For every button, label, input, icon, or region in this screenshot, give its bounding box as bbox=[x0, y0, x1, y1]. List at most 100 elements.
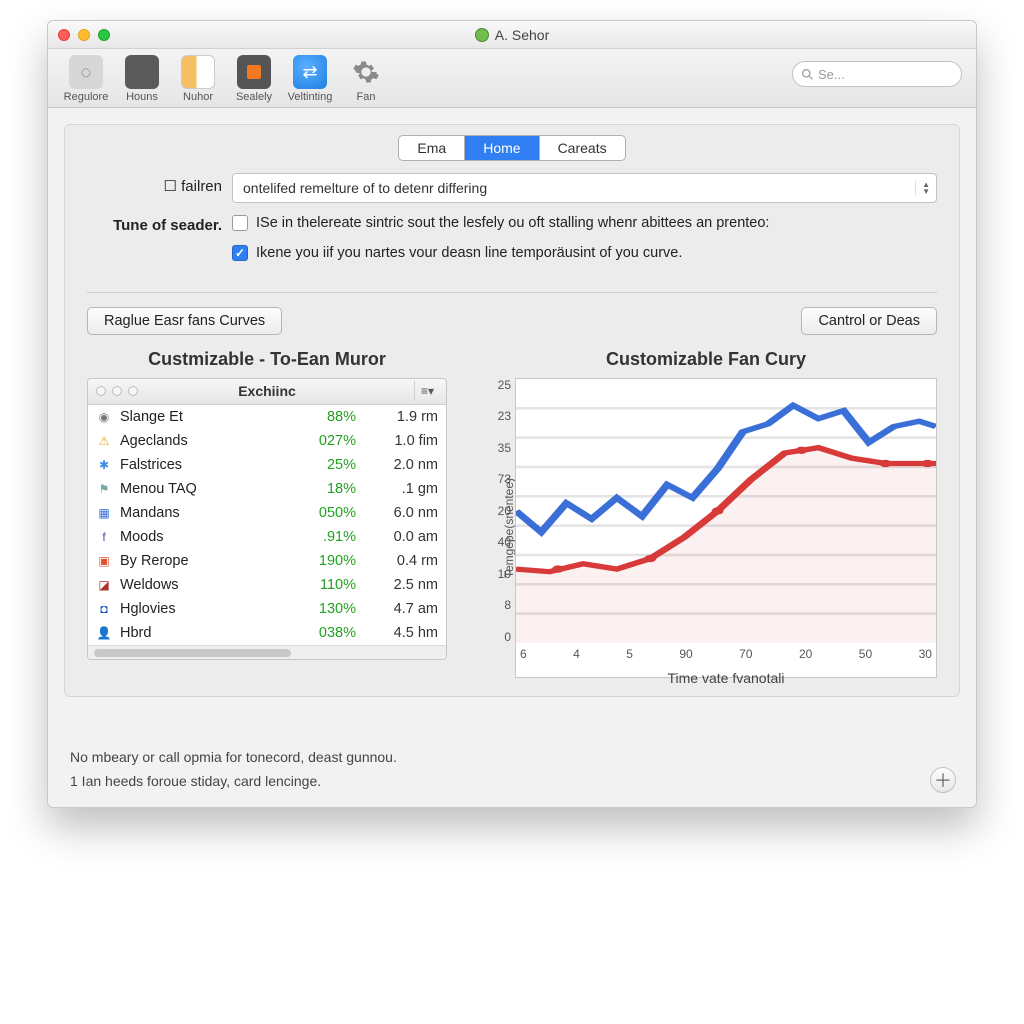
toolbar-item-houns[interactable]: Houns bbox=[114, 55, 170, 103]
list-item[interactable]: f Moods .91% 0.0 am bbox=[88, 525, 446, 549]
veltinting-icon: ⇄ bbox=[293, 55, 327, 89]
nuhor-icon bbox=[181, 55, 215, 89]
footer-line-1: No mbeary or call opmia for tonecord, de… bbox=[70, 749, 954, 765]
window-title: A. Sehor bbox=[48, 27, 976, 43]
content-panel: EmaHomeCareats ☐ failren ontelifed remel… bbox=[64, 124, 960, 697]
toolbar-item-label: Regulore bbox=[64, 91, 109, 103]
row-percent: 110% bbox=[294, 577, 356, 593]
footer: No mbeary or call opmia for tonecord, de… bbox=[48, 713, 976, 807]
chart-title: Customizable Fan Cury bbox=[475, 349, 937, 370]
row-name: Moods bbox=[120, 529, 286, 545]
row-icon: ◘ bbox=[96, 601, 112, 617]
row-icon: ▦ bbox=[96, 505, 112, 521]
list-item[interactable]: ⚠Ageclands027%1.0 fim bbox=[88, 429, 446, 453]
checkbox-1[interactable] bbox=[232, 215, 248, 231]
zoom-icon[interactable] bbox=[98, 29, 110, 41]
row-icon: ◉ bbox=[96, 409, 112, 425]
row-percent: 25% bbox=[294, 457, 356, 473]
row-percent: .91% bbox=[294, 529, 356, 545]
checkbox-2-label: Ikene you iif you nartes vour deasn line… bbox=[256, 243, 682, 263]
list-item[interactable]: ◘Hglovies130%4.7 am bbox=[88, 597, 446, 621]
list-item[interactable]: ▣ By Rerope 190% 0.4 rm bbox=[88, 549, 446, 573]
combo-stepper-icon: ▲▼ bbox=[915, 181, 930, 195]
row-name: Ageclands bbox=[120, 433, 286, 449]
y-axis-ticks: 2523357320401080 bbox=[481, 378, 511, 644]
row-value: 0.4 rm bbox=[364, 553, 438, 569]
row-icon: ▣ bbox=[96, 553, 112, 569]
toolbar-item-label: Nuhor bbox=[183, 91, 213, 103]
toolbar-item-label: Houns bbox=[126, 91, 158, 103]
add-button[interactable]: ＋ bbox=[930, 767, 956, 793]
row-value: 0.0 am bbox=[364, 529, 438, 545]
row-name: Mandans bbox=[120, 505, 286, 521]
toolbar-item-fan[interactable]: Fan bbox=[338, 55, 394, 103]
checkbox-1-label: ISe in thelereate sintric sout the lesfe… bbox=[256, 213, 769, 233]
row-value: 6.0 nm bbox=[364, 505, 438, 521]
search-input[interactable]: Se... bbox=[792, 61, 962, 87]
rague-button[interactable]: Raglue Easr fans Curves bbox=[87, 307, 282, 335]
fan-curve-chart: 6459070205030 bbox=[515, 378, 937, 678]
row-value: .1 gm bbox=[364, 481, 438, 497]
row-name: By Rerope bbox=[120, 553, 286, 569]
failren-label: ☐ failren bbox=[87, 173, 222, 195]
close-icon[interactable] bbox=[58, 29, 70, 41]
left-panel-title: Custmizable - To-Ean Muror bbox=[87, 349, 447, 370]
list-item[interactable]: ⚑ Menou TAQ 18% .1 gm bbox=[88, 477, 446, 501]
list-item[interactable]: ◉Slange Et88%1.9 rm bbox=[88, 405, 446, 429]
row-icon: ◪ bbox=[96, 577, 112, 593]
row-value: 4.5 hm bbox=[364, 625, 438, 641]
toolbar: ◌ Regulore Houns Nuhor Sealely ⇄ Veltinting Fan… bbox=[48, 49, 976, 108]
row-percent: 18% bbox=[294, 481, 356, 497]
toolbar-item-regulore[interactable]: ◌ Regulore bbox=[58, 55, 114, 103]
toolbar-item-sealely[interactable]: Sealely bbox=[226, 55, 282, 103]
x-axis-ticks: 6459070205030 bbox=[516, 647, 936, 663]
search-icon bbox=[801, 68, 814, 81]
row-percent: 038% bbox=[294, 625, 356, 641]
row-icon: ⚠ bbox=[96, 433, 112, 449]
list-item[interactable]: ◪ Weldows 110% 2.5 nm bbox=[88, 573, 446, 597]
toolbar-item-veltinting[interactable]: ⇄ Veltinting bbox=[282, 55, 338, 103]
checkbox-2[interactable] bbox=[232, 245, 248, 261]
divider bbox=[87, 292, 937, 293]
toolbar-item-nuhor[interactable]: Nuhor bbox=[170, 55, 226, 103]
row-icon: 👤 bbox=[96, 625, 112, 641]
list-item[interactable]: 👤Hbrd038%4.5 hm bbox=[88, 621, 446, 645]
houns-icon bbox=[125, 55, 159, 89]
tab-careats[interactable]: Careats bbox=[540, 136, 625, 160]
row-name: Weldows bbox=[120, 577, 286, 593]
x-axis-label: Time vate fvanotali bbox=[515, 670, 937, 686]
row-value: 4.7 am bbox=[364, 601, 438, 617]
monitor-list: Exchiinc ≡▾ ◉Slange Et88%1.9 rm⚠Agecland… bbox=[87, 378, 447, 660]
row-percent: 190% bbox=[294, 553, 356, 569]
titlebar: A. Sehor bbox=[48, 21, 976, 49]
toolbar-item-label: Veltinting bbox=[288, 91, 333, 103]
row-name: Slange Et bbox=[120, 409, 286, 425]
list-menu-icon[interactable]: ≡▾ bbox=[414, 381, 440, 401]
row-icon: ⚑ bbox=[96, 481, 112, 497]
row-value: 1.9 rm bbox=[364, 409, 438, 425]
failren-combobox[interactable]: ontelifed remelture of to detenr differi… bbox=[232, 173, 937, 203]
row-icon: f bbox=[96, 529, 112, 545]
window-controls bbox=[58, 29, 110, 41]
list-item[interactable]: ✱ Falstrices 25% 2.0 nm bbox=[88, 453, 446, 477]
cantrol-button[interactable]: Cantrol or Deas bbox=[801, 307, 937, 335]
minimize-icon[interactable] bbox=[78, 29, 90, 41]
tab-control: EmaHomeCareats bbox=[398, 135, 625, 161]
seader-label: Tune of seader. bbox=[87, 213, 222, 234]
horizontal-scrollbar[interactable] bbox=[88, 645, 446, 659]
row-icon: ✱ bbox=[96, 457, 112, 473]
list-header: Exchiinc ≡▾ bbox=[88, 379, 446, 405]
tab-home[interactable]: Home bbox=[465, 136, 539, 160]
row-value: 2.5 nm bbox=[364, 577, 438, 593]
footer-line-2: 1 Ian heeds foroue stiday, card lencinge… bbox=[70, 773, 954, 789]
row-name: Falstrices bbox=[120, 457, 286, 473]
list-item[interactable]: ▦Mandans050%6.0 nm bbox=[88, 501, 446, 525]
fan-icon bbox=[349, 55, 383, 89]
row-value: 2.0 nm bbox=[364, 457, 438, 473]
app-window: A. Sehor ◌ Regulore Houns Nuhor Sealely ⇄ Velt… bbox=[47, 20, 977, 808]
row-percent: 027% bbox=[294, 433, 356, 449]
row-percent: 130% bbox=[294, 601, 356, 617]
regulore-icon: ◌ bbox=[69, 55, 103, 89]
row-name: Menou TAQ bbox=[120, 481, 286, 497]
tab-ema[interactable]: Ema bbox=[399, 136, 465, 160]
